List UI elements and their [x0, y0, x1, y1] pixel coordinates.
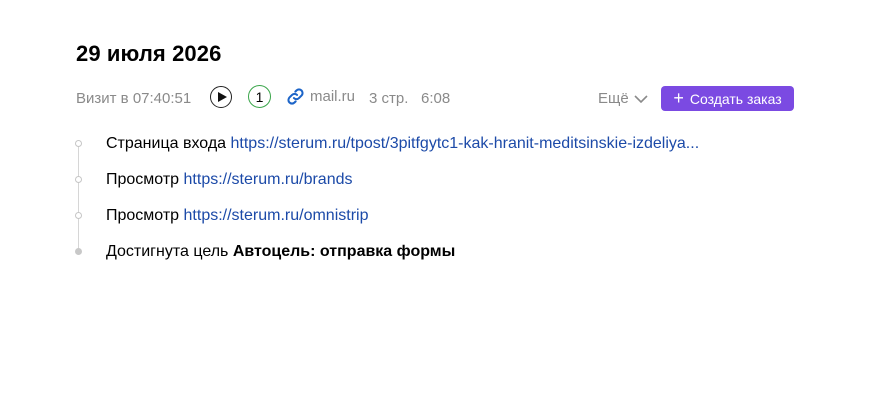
event-text: Достигнута цель Автоцель: отправка формы: [106, 243, 455, 261]
timeline-event-entry: Страница входа https://sterum.ru/tpost/3…: [75, 132, 816, 156]
page-view-link[interactable]: https://sterum.ru/brands: [184, 171, 353, 188]
timeline-dot: [75, 140, 82, 147]
chevron-down-icon: [634, 94, 648, 103]
traffic-source-link[interactable]: mail.ru: [286, 87, 355, 106]
timeline-dot: [75, 248, 82, 255]
play-icon: [217, 92, 227, 102]
event-label: Просмотр: [106, 207, 180, 224]
traffic-source-label: mail.ru: [310, 88, 356, 105]
timeline-line: [78, 144, 79, 252]
page-view-link[interactable]: https://sterum.ru/omnistrip: [184, 207, 369, 224]
visit-date-title: 29 июля 2026: [76, 41, 222, 66]
create-order-button[interactable]: + Создать заказ: [661, 86, 794, 111]
more-dropdown-button[interactable]: Ещё: [598, 90, 648, 107]
create-order-label: Создать заказ: [689, 90, 782, 107]
timeline-dot: [75, 212, 82, 219]
visit-duration: 6:08: [421, 90, 451, 107]
goal-name: Автоцель: отправка формы: [232, 243, 456, 260]
visit-card: 29 июля 2026 Визит в 07:40:51 1 mail.ru …: [0, 0, 887, 402]
timeline-event-view: Просмотр https://sterum.ru/omnistrip: [75, 204, 816, 228]
more-label: Ещё: [598, 90, 629, 107]
event-label: Страница входа: [106, 135, 227, 152]
link-icon: [287, 88, 304, 105]
timeline-event-view: Просмотр https://sterum.ru/brands: [75, 168, 816, 192]
pages-count: 3 стр.: [369, 90, 409, 107]
entry-page-link[interactable]: https://sterum.ru/tpost/3pitfgytc1-kak-h…: [231, 135, 700, 152]
event-text: Просмотр https://sterum.ru/omnistrip: [106, 207, 368, 225]
event-label: Достигнута цель: [106, 243, 229, 260]
goals-count-badge[interactable]: 1: [248, 85, 271, 108]
event-text: Страница входа https://sterum.ru/tpost/3…: [106, 135, 699, 153]
visit-time: Визит в 07:40:51: [76, 90, 192, 107]
event-text: Просмотр https://sterum.ru/brands: [106, 171, 353, 189]
event-label: Просмотр: [106, 171, 180, 188]
play-recording-button[interactable]: [210, 86, 232, 108]
timeline-event-goal: Достигнута цель Автоцель: отправка формы: [75, 240, 816, 264]
plus-icon: +: [673, 88, 684, 108]
visit-meta-row: Визит в 07:40:51 1 mail.ru 3 стр. 6:08 Е…: [76, 84, 796, 112]
timeline-dot: [75, 176, 82, 183]
